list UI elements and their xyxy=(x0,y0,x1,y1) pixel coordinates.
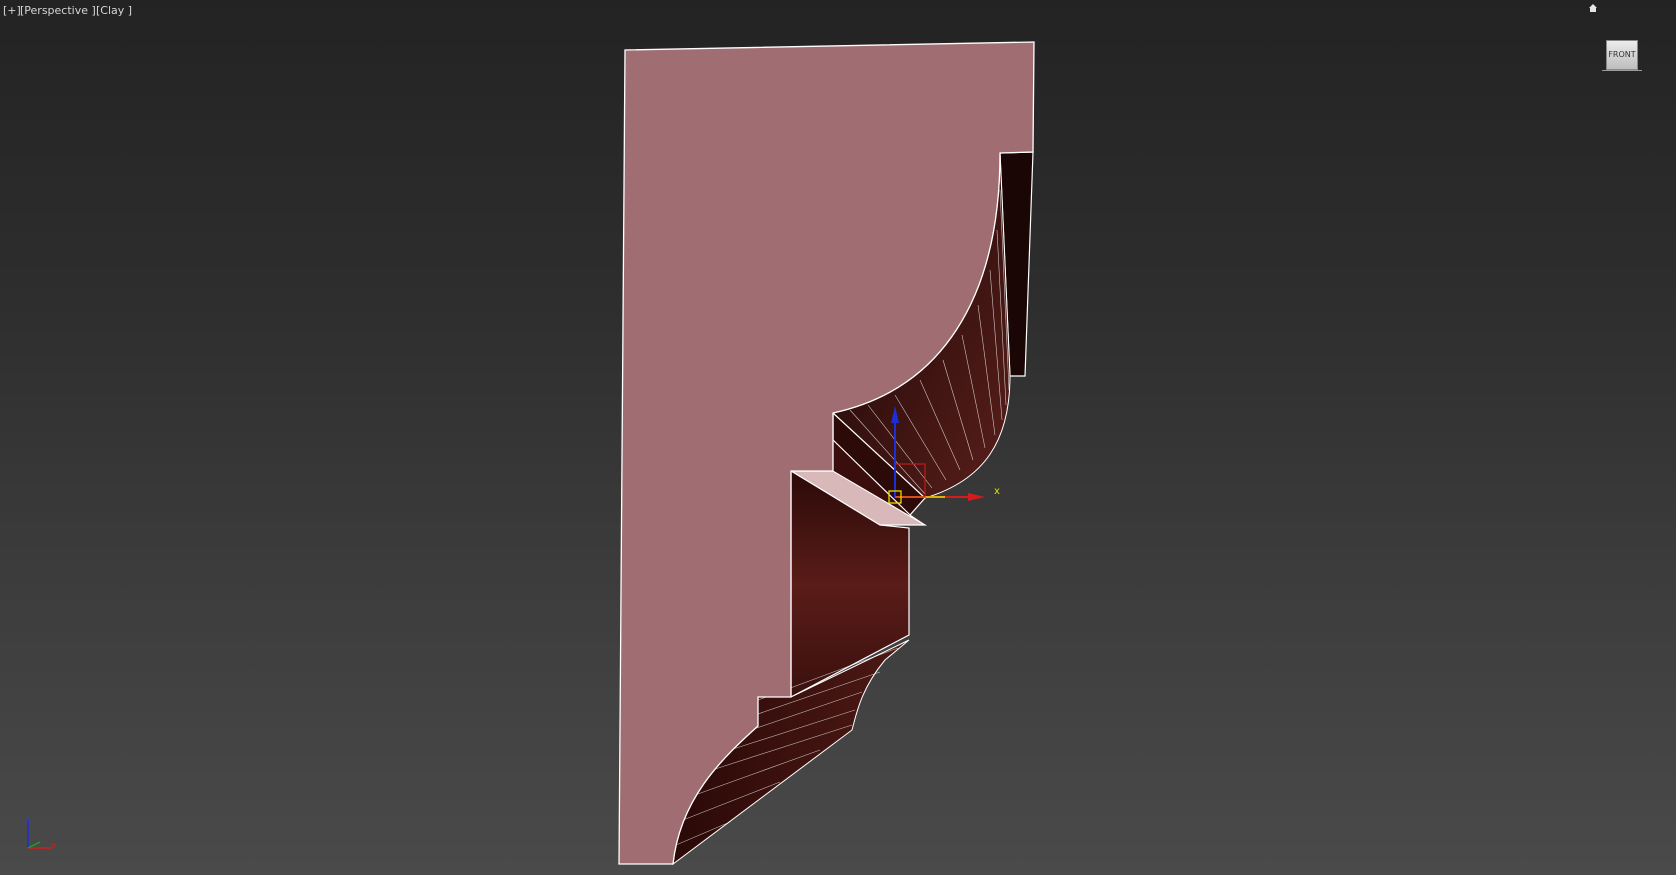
viewport-menu-button[interactable]: [+] xyxy=(3,3,21,19)
transform-gizmo-icon[interactable]: x xyxy=(888,406,1000,504)
mesh-step-upper xyxy=(832,411,926,516)
mesh-lower-cove xyxy=(672,639,910,866)
viewport-shading-label[interactable]: [Clay ] xyxy=(96,3,132,19)
viewcube-compass-ring[interactable] xyxy=(1602,70,1642,71)
mesh-step-ledge xyxy=(788,470,928,526)
crown-molding-mesh[interactable] xyxy=(618,41,1035,866)
tripod-x-label: x xyxy=(51,841,56,850)
viewcube-icon[interactable]: FRONT xyxy=(1606,40,1638,70)
viewport-view-label[interactable]: [Perspective ] xyxy=(20,3,96,19)
mesh-profile-face xyxy=(618,41,1035,865)
mesh-vertical-block xyxy=(790,469,910,698)
perspective-viewport[interactable]: [+] [Perspective ] [Clay ] FRONT x z x xyxy=(0,0,1676,875)
tripod-z-label: z xyxy=(25,815,29,824)
scene-canvas[interactable]: x z x xyxy=(0,0,1676,875)
mesh-top-fillet xyxy=(999,151,1034,377)
gizmo-x-label: x xyxy=(994,486,1000,497)
mesh-step-face xyxy=(832,438,926,526)
axis-tripod-icon: z x xyxy=(25,815,56,850)
mesh-upper-cove xyxy=(831,152,1011,499)
cove-wireframe-lines xyxy=(849,189,1010,495)
home-icon[interactable] xyxy=(1588,3,1598,13)
lower-wireframe-lines xyxy=(675,647,899,846)
